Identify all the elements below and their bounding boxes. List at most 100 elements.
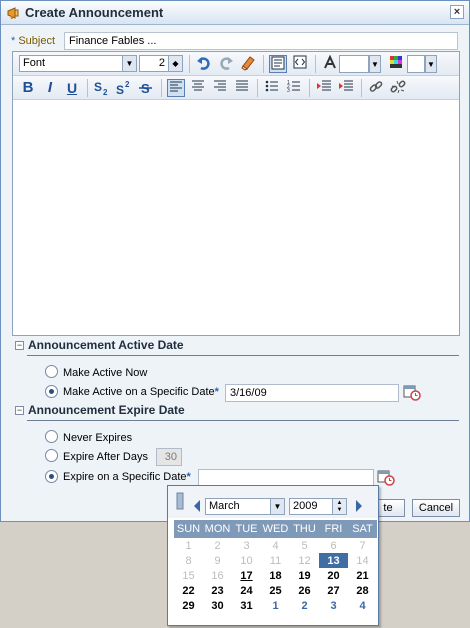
align-right-icon[interactable] (211, 79, 229, 97)
font-size-stepper[interactable]: 2 ◆ (139, 55, 183, 72)
calendar-day: 16 (211, 569, 224, 582)
calendar-icon[interactable] (403, 383, 421, 401)
numbered-list-icon[interactable]: 123 (285, 79, 303, 97)
underline-button[interactable]: U (63, 79, 81, 97)
calendar-day: 1 (185, 539, 192, 552)
calendar-day-next-month[interactable]: 2 (290, 598, 319, 613)
redo-icon[interactable] (217, 55, 235, 73)
radio-make-active-now[interactable] (45, 365, 58, 378)
radio-never-expires[interactable] (45, 430, 58, 443)
calendar-day[interactable]: 31 (232, 598, 261, 613)
year-stepper[interactable]: 2009 ▲ ▼ (289, 498, 347, 515)
announcement-icon (7, 7, 19, 19)
source-mode-icon[interactable] (291, 55, 309, 73)
calendar-day-selected[interactable]: 13 (319, 553, 348, 568)
indent-icon[interactable] (337, 79, 355, 97)
strikethrough-icon[interactable]: S (137, 79, 155, 97)
calendar-day[interactable]: 29 (174, 598, 203, 613)
align-left-icon[interactable] (167, 79, 185, 97)
weekday-header: FRI (319, 520, 348, 538)
calendar-day[interactable]: 24 (232, 583, 261, 598)
calendar-day: 2 (214, 539, 221, 552)
chevron-down-icon: ▼ (270, 499, 284, 514)
rich-text-editor: Font ▼ 2 ◆ ▼ ▼ B I U S 2 S 2 1 2 3 (12, 51, 460, 336)
calendar-day[interactable]: 28 (348, 583, 377, 598)
svg-text:S: S (116, 83, 124, 97)
collapse-icon[interactable]: − (15, 341, 24, 350)
svg-text:2: 2 (125, 80, 130, 89)
radio-make-active-specific-date[interactable] (45, 385, 58, 398)
svg-text:3: 3 (287, 88, 290, 93)
expire-specific-date-label: Expire on a Specific Date* (63, 471, 191, 483)
calendar-day-next-month[interactable]: 3 (319, 598, 348, 613)
calendar-day: 11 (269, 554, 282, 567)
chevron-down-icon: ▼ (122, 56, 136, 71)
expire-date-section-header[interactable]: − Announcement Expire Date (15, 403, 185, 417)
italic-button[interactable]: I (41, 79, 59, 97)
eraser-icon[interactable] (239, 55, 257, 73)
calendar-day[interactable]: 20 (319, 568, 348, 583)
collapse-icon[interactable]: − (15, 406, 24, 415)
required-marker: * (11, 35, 16, 47)
dialog-titlebar[interactable]: Create Announcement × (1, 1, 469, 25)
calendar-day-next-month[interactable]: 1 (261, 598, 290, 613)
font-select[interactable]: Font ▼ (19, 55, 137, 72)
calendar-day[interactable]: 23 (203, 583, 232, 598)
dialog-title: Create Announcement (25, 5, 164, 20)
calendar-day: 3 (243, 539, 250, 552)
drag-handle-icon[interactable] (176, 492, 184, 510)
text-color-icon[interactable] (321, 54, 339, 73)
text-color-dropdown[interactable] (339, 55, 369, 73)
weekday-header: TUE (232, 520, 261, 538)
calendar-day-today[interactable]: 17 (232, 568, 261, 583)
superscript-icon[interactable]: S2 (115, 79, 133, 97)
radio-expire-after-days[interactable] (45, 449, 58, 462)
calendar-day: 15 (182, 569, 195, 582)
calendar-day: 5 (301, 539, 308, 552)
expire-after-days-label: Expire After Days (63, 451, 148, 463)
bulleted-list-icon[interactable] (263, 79, 281, 97)
section-divider (27, 420, 459, 421)
weekday-header: MON (203, 520, 232, 538)
editor-content-area[interactable] (13, 100, 459, 335)
date-picker-header: March ▼ 2009 ▲ ▼ (168, 486, 378, 518)
highlight-color-dropdown[interactable] (407, 55, 425, 73)
active-date-input[interactable]: 3/16/09 (225, 384, 399, 402)
link-icon[interactable] (367, 79, 385, 97)
subject-input[interactable]: Finance Fables ... (64, 32, 458, 50)
calendar-day[interactable]: 30 (203, 598, 232, 613)
next-month-icon[interactable] (354, 499, 364, 513)
calendar-day[interactable]: 25 (261, 583, 290, 598)
chevron-down-icon[interactable]: ▼ (425, 55, 437, 73)
justify-icon[interactable] (233, 79, 251, 97)
outdent-icon[interactable] (315, 79, 333, 97)
weekday-header: THU (290, 520, 319, 538)
bold-button[interactable]: B (19, 79, 37, 97)
unlink-icon[interactable] (389, 79, 407, 97)
previous-month-icon[interactable] (192, 499, 202, 513)
spinner-icon: ◆ (168, 56, 182, 71)
calendar-day[interactable]: 26 (290, 583, 319, 598)
rich-text-mode-icon[interactable] (269, 55, 287, 73)
spin-down-icon[interactable]: ▼ (332, 506, 346, 514)
highlight-color-icon[interactable] (387, 55, 405, 73)
editor-toolbar-row-1: Font ▼ 2 ◆ ▼ ▼ (13, 52, 459, 76)
month-select[interactable]: March ▼ (205, 498, 285, 515)
cancel-button[interactable]: Cancel (412, 499, 460, 517)
undo-icon[interactable] (195, 55, 213, 73)
subscript-icon[interactable]: S2 (93, 79, 111, 97)
calendar-day[interactable]: 18 (261, 568, 290, 583)
calendar-day-next-month[interactable]: 4 (348, 598, 377, 613)
close-button[interactable]: × (450, 5, 464, 19)
calendar-day[interactable]: 19 (290, 568, 319, 583)
active-date-section-header[interactable]: − Announcement Active Date (15, 338, 184, 352)
calendar-day: 4 (272, 539, 279, 552)
calendar-icon[interactable] (377, 468, 395, 486)
chevron-down-icon[interactable]: ▼ (369, 55, 381, 73)
calendar-day[interactable]: 27 (319, 583, 348, 598)
calendar-day[interactable]: 22 (174, 583, 203, 598)
svg-text:S: S (94, 80, 102, 94)
align-center-icon[interactable] (189, 79, 207, 97)
radio-expire-specific-date[interactable] (45, 470, 58, 483)
calendar-day[interactable]: 21 (348, 568, 377, 583)
